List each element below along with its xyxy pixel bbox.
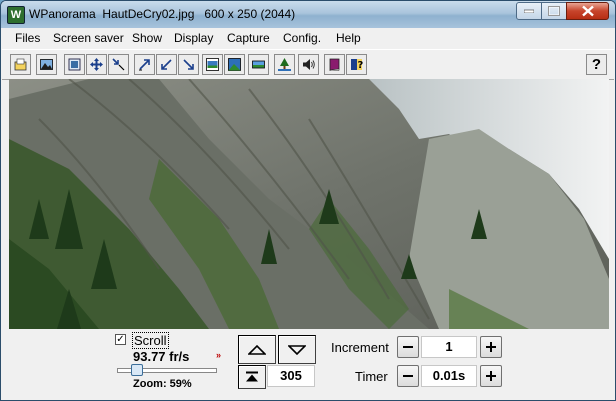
- toolbar: ? ?: [2, 49, 614, 80]
- menu-help[interactable]: Help: [336, 31, 361, 45]
- increment-value[interactable]: 1: [421, 336, 477, 358]
- scroll-label[interactable]: Scroll: [132, 332, 169, 349]
- record-icon: »: [216, 350, 222, 360]
- minus-icon: [403, 375, 413, 377]
- svg-text:?: ?: [358, 60, 364, 71]
- speaker-button[interactable]: [298, 54, 319, 75]
- landscape-frame-icon: [206, 58, 219, 71]
- picture-icon: [40, 59, 53, 70]
- zoom-slider-thumb[interactable]: [131, 364, 143, 376]
- shrink-diagonal-button[interactable]: [108, 54, 129, 75]
- landscape-band-icon: [252, 60, 265, 69]
- landscape-frame-button[interactable]: [202, 54, 223, 75]
- tree-icon: [278, 58, 291, 71]
- timer-label: Timer: [355, 369, 388, 384]
- timer-increase-button[interactable]: [480, 365, 502, 387]
- help-book-icon: ?: [351, 59, 364, 71]
- scroll-checkbox[interactable]: ✓: [115, 334, 126, 345]
- scroll-down-button[interactable]: [278, 335, 316, 364]
- menu-files[interactable]: Files: [15, 31, 40, 45]
- arrow-to-top-icon: [246, 371, 258, 382]
- expand-up-right-button[interactable]: [134, 54, 155, 75]
- plus-icon: [486, 342, 496, 352]
- picture-button[interactable]: [36, 54, 57, 75]
- shrink-down-left-button[interactable]: [156, 54, 177, 75]
- menu-display[interactable]: Display: [174, 31, 213, 45]
- timer-value[interactable]: 0.01s: [421, 365, 477, 387]
- app-icon[interactable]: W: [7, 6, 25, 24]
- book-button[interactable]: [324, 54, 345, 75]
- menu-capture[interactable]: Capture: [227, 31, 270, 45]
- tree-button[interactable]: [274, 54, 295, 75]
- position-value: 305: [267, 365, 315, 387]
- book-icon: [329, 58, 340, 71]
- plus-icon: [486, 371, 496, 381]
- increment-increase-button[interactable]: [480, 336, 502, 358]
- zoom-level: Zoom: 59%: [133, 378, 192, 390]
- close-icon: [581, 5, 594, 17]
- scroll-up-button[interactable]: [238, 335, 276, 364]
- frame-rate: 93.77 fr/s: [133, 349, 190, 364]
- shrink-down-left-icon: [161, 59, 172, 70]
- triangle-down-icon: [288, 344, 306, 355]
- increment-decrease-button[interactable]: [397, 336, 419, 358]
- minimize-icon: [524, 9, 534, 13]
- scroll-top-button[interactable]: [238, 365, 266, 389]
- app-window: W WPanorama HautDeCry02.jpg 600 x 250 (2…: [0, 0, 616, 401]
- expand-down-right-button[interactable]: [178, 54, 199, 75]
- move-icon: [90, 58, 103, 71]
- scroll-controls: ✓ Scroll 93.77 fr/s » Zoom: 59% 305 Incr…: [2, 329, 614, 400]
- landscape-band-button[interactable]: [248, 54, 269, 75]
- timer-decrease-button[interactable]: [397, 365, 419, 387]
- shrink-diagonal-icon: [112, 58, 125, 71]
- menu-screen-saver[interactable]: Screen saver: [53, 31, 124, 45]
- menu-config[interactable]: Config.: [283, 31, 321, 45]
- open-file-button[interactable]: [10, 54, 31, 75]
- menu-show[interactable]: Show: [132, 31, 162, 45]
- help-book-button[interactable]: ?: [346, 54, 367, 75]
- increment-label: Increment: [331, 340, 389, 355]
- expand-up-right-icon: [139, 59, 150, 71]
- maximize-icon: [548, 6, 560, 16]
- panorama-viewport[interactable]: [9, 79, 609, 329]
- minimize-button[interactable]: [516, 2, 542, 20]
- expand-down-right-icon: [183, 59, 194, 70]
- minus-icon: [403, 346, 413, 348]
- maximize-button[interactable]: [541, 2, 567, 20]
- panorama-image: [9, 79, 609, 329]
- landscape-wide-button[interactable]: [224, 54, 245, 75]
- help-button[interactable]: ?: [586, 54, 607, 75]
- window-title: WPanorama HautDeCry02.jpg 600 x 250 (204…: [29, 7, 296, 21]
- speaker-icon: [303, 59, 315, 70]
- fit-window-button[interactable]: [64, 54, 85, 75]
- move-button[interactable]: [86, 54, 107, 75]
- open-file-icon: [14, 58, 27, 71]
- triangle-up-icon: [248, 344, 266, 355]
- title-bar[interactable]: W WPanorama HautDeCry02.jpg 600 x 250 (2…: [1, 1, 615, 28]
- fit-window-icon: [68, 58, 81, 71]
- close-button[interactable]: [566, 2, 609, 20]
- menu-bar: Files Screen saver Show Display Capture …: [2, 28, 614, 48]
- landscape-wide-icon: [228, 58, 241, 71]
